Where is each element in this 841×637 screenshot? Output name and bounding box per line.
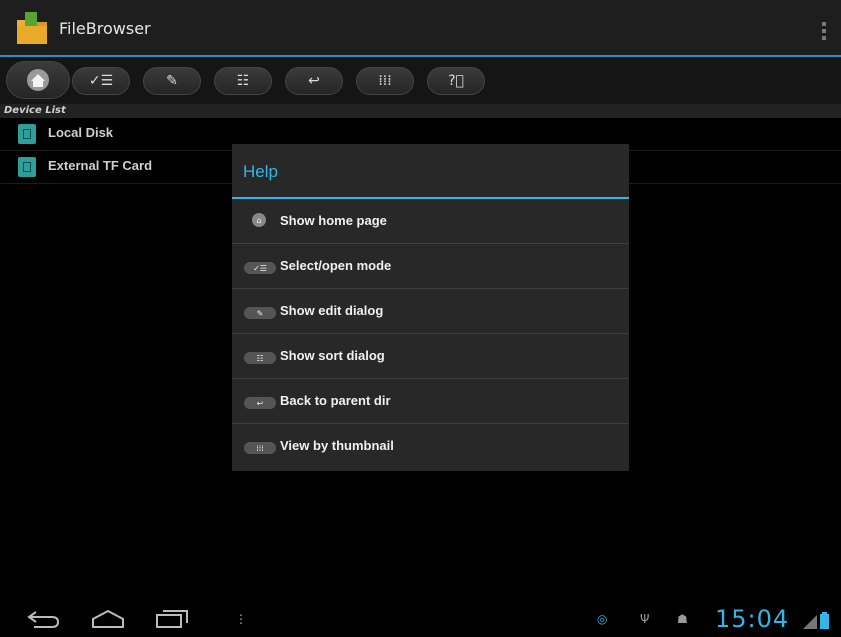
help-item-show-sort-dialog[interactable]: ☷ Show sort dialog bbox=[232, 334, 629, 379]
home-icon: ⌂ bbox=[252, 213, 266, 227]
device-list-header: Device List bbox=[0, 104, 841, 118]
usb-icon: Ψ bbox=[640, 612, 650, 626]
home-button[interactable] bbox=[6, 61, 70, 99]
help-icon: ?⃝ bbox=[448, 73, 464, 89]
help-dialog: Help ⌂ Show home page ✓☰ Select/open mod… bbox=[232, 144, 629, 471]
thumbnail-button[interactable]: ⁞⁞⁞ bbox=[356, 67, 414, 95]
device-label: External TF Card bbox=[48, 158, 153, 173]
android-debug-icon: ☗ bbox=[677, 612, 688, 626]
help-item-label: Show sort dialog bbox=[280, 348, 385, 363]
help-button[interactable]: ?⃝ bbox=[427, 67, 485, 95]
help-item-view-by-thumbnail[interactable]: ⁞⁞⁞ View by thumbnail bbox=[232, 424, 629, 469]
grid-icon: ⁞⁞⁞ bbox=[244, 442, 276, 454]
help-item-label: Show edit dialog bbox=[280, 303, 384, 318]
action-bar: FileBrowser bbox=[0, 0, 841, 55]
help-item-label: Select/open mode bbox=[280, 258, 392, 273]
help-item-show-edit-dialog[interactable]: ✎ Show edit dialog bbox=[232, 289, 629, 334]
menu-nav-icon[interactable]: ⋮ bbox=[235, 612, 247, 626]
sd-card-icon bbox=[18, 124, 36, 144]
system-nav-bar: ⋮ ◎ Ψ ☗ 15:04 bbox=[0, 601, 841, 637]
sync-status-icon: ◎ bbox=[597, 612, 608, 626]
select-list-icon: ✓☰ bbox=[244, 262, 276, 274]
help-item-label: Back to parent dir bbox=[280, 393, 391, 408]
status-clock[interactable]: 15:04 bbox=[715, 605, 789, 633]
back-arrow-icon: ↩ bbox=[308, 73, 320, 89]
home-icon bbox=[27, 69, 49, 91]
help-item-select-open-mode[interactable]: ✓☰ Select/open mode bbox=[232, 244, 629, 289]
edit-icon: ✎ bbox=[244, 307, 276, 319]
select-mode-button[interactable]: ✓☰ bbox=[72, 67, 130, 95]
help-item-label: View by thumbnail bbox=[280, 438, 394, 453]
back-button[interactable]: ↩ bbox=[285, 67, 343, 95]
help-item-label: Show home page bbox=[280, 213, 387, 228]
recent-apps-icon[interactable] bbox=[155, 609, 189, 629]
sort-icon: ☷ bbox=[244, 352, 276, 364]
sort-icon: ☷ bbox=[236, 73, 250, 89]
help-item-back-to-parent-dir[interactable]: ↩ Back to parent dir bbox=[232, 379, 629, 424]
edit-button[interactable]: ✎ bbox=[143, 67, 201, 95]
app-title: FileBrowser bbox=[59, 19, 151, 38]
device-label: Local Disk bbox=[48, 125, 114, 140]
toolbar: ✓☰ ✎ ☷ ↩ ⁞⁞⁞ ?⃝ bbox=[0, 57, 841, 104]
help-item-show-home-page[interactable]: ⌂ Show home page bbox=[232, 199, 629, 244]
file-browser-app-icon[interactable] bbox=[15, 10, 49, 46]
battery-icon bbox=[820, 612, 829, 629]
signal-icon bbox=[803, 615, 817, 629]
sort-button[interactable]: ☷ bbox=[214, 67, 272, 95]
back-nav-icon[interactable] bbox=[26, 609, 62, 629]
overflow-menu-icon[interactable] bbox=[822, 22, 826, 42]
sd-card-icon bbox=[18, 157, 36, 177]
edit-icon: ✎ bbox=[166, 73, 178, 89]
dialog-title: Help bbox=[243, 162, 278, 181]
select-list-icon: ✓☰ bbox=[88, 73, 114, 89]
grid-icon: ⁞⁞⁞ bbox=[378, 73, 392, 89]
home-nav-icon[interactable] bbox=[91, 609, 125, 629]
back-arrow-icon: ↩ bbox=[244, 397, 276, 409]
